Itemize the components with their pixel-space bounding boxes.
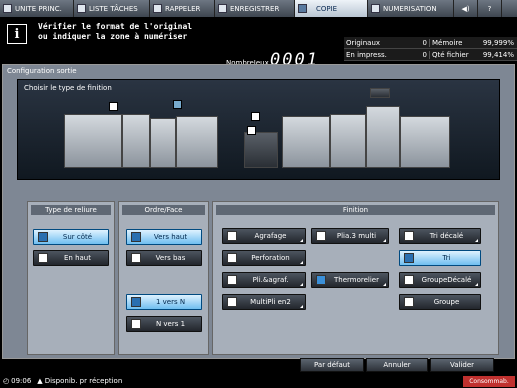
ok-button[interactable]: Valider [430, 358, 494, 372]
order-face-group: Ordre/Face Vers haut Vers bas 1 vers N N… [118, 201, 209, 355]
offset-sort-icon [404, 231, 414, 241]
machine-illustration: Choisir le type de finition [17, 79, 500, 180]
multi-half-fold-button[interactable]: MultiPli en2 [222, 294, 306, 310]
speaker-icon: ◀) [461, 4, 470, 13]
group-button[interactable]: Groupe [399, 294, 481, 310]
perfect-binding-button[interactable]: Thermorelier [311, 272, 389, 288]
tab-recall[interactable]: RAPPELER [150, 0, 215, 17]
top-binding-icon [38, 253, 48, 263]
order-1-to-n-icon [131, 297, 141, 307]
more-options-icon [383, 239, 386, 242]
info-icon: i [7, 24, 27, 44]
tab-main-unit[interactable]: UNITE PRINC. [0, 0, 74, 17]
punch-button[interactable]: Perforation [222, 250, 306, 266]
more-options-icon [300, 261, 303, 264]
sort-button[interactable]: Tri [399, 250, 481, 266]
more-options-icon [383, 283, 386, 286]
main-unit-module [366, 106, 400, 168]
tab-copy[interactable]: COPIE [295, 0, 368, 17]
message-area: i Vérifier le format de l'original ou in… [0, 17, 343, 70]
left-binding-icon [38, 232, 48, 242]
relay-module [244, 132, 278, 168]
default-button[interactable]: Par défaut [300, 358, 364, 372]
status-row: Originaux 0 Mémoire 99,999% [344, 37, 517, 49]
status-table: Originaux 0 Mémoire 99,999% En impress. … [344, 37, 517, 61]
offset-sort-button[interactable]: Tri décalé [399, 228, 481, 244]
job-list-icon [77, 4, 86, 13]
order-face-title: Ordre/Face [122, 205, 205, 215]
staple-button[interactable]: Agrafage [222, 228, 306, 244]
staple-icon [227, 231, 237, 241]
more-options-icon [300, 239, 303, 242]
main-unit-module [282, 116, 330, 168]
volume-button[interactable]: ◀) [454, 0, 478, 17]
more-options-icon [475, 239, 478, 242]
face-up-icon [131, 232, 141, 242]
receive-icon: ▲ [37, 377, 43, 385]
perfect-binding-icon [316, 275, 326, 285]
store-icon [218, 4, 227, 13]
home-icon [3, 4, 12, 13]
sort-icon [404, 253, 414, 263]
clock-time: 09:06 [11, 377, 32, 385]
fold-staple-icon [227, 275, 237, 285]
help-icon: ? [487, 4, 492, 13]
more-options-icon [300, 283, 303, 286]
output-tray-marker[interactable] [251, 112, 260, 121]
finisher-module [64, 114, 122, 168]
tri-fold-icon [316, 231, 326, 241]
help-button[interactable]: ? [478, 0, 502, 17]
offset-group-button[interactable]: GroupeDécalé [399, 272, 481, 288]
tab-store[interactable]: ENREGISTRER [215, 0, 295, 17]
machine-label: Choisir le type de finition [24, 84, 112, 92]
order-n-to-1-button[interactable]: N vers 1 [126, 316, 202, 332]
finishing-title: Finition [216, 205, 495, 215]
fold-staple-button[interactable]: Pli.&agraf. [222, 272, 306, 288]
guidance-message: Vérifier le format de l'original ou indi… [38, 22, 193, 41]
finisher-module [122, 114, 150, 168]
status-row: En impress. 0 Qté fichier 99,414% [344, 49, 517, 61]
ready-status: Disponib. pr réception [44, 377, 123, 385]
recall-icon [153, 4, 162, 13]
cancel-button[interactable]: Annuler [366, 358, 428, 372]
output-tray-marker[interactable] [247, 126, 256, 135]
offset-group-icon [404, 275, 414, 285]
copy-icon [298, 4, 307, 13]
tab-job-list[interactable]: LISTE TÂCHES [74, 0, 150, 17]
face-down-icon [131, 253, 141, 263]
binding-top-button[interactable]: En haut [33, 250, 109, 266]
control-panel-module [370, 88, 390, 98]
half-fold-icon [227, 297, 237, 307]
tab-scan[interactable]: NUMERISATION [368, 0, 454, 17]
order-n-to-1-icon [131, 319, 141, 329]
consumables-button[interactable]: Consommab. [463, 376, 515, 387]
main-unit-module [330, 114, 366, 168]
clock-icon: ◴ [3, 377, 10, 385]
paper-feed-module [400, 116, 450, 168]
finishing-group: Finition Agrafage Plia.3 multi Tri décal… [212, 201, 499, 355]
more-options-icon [300, 305, 303, 308]
status-bar: ◴ 09:06 ▲ Disponib. pr réception [0, 374, 517, 388]
order-1-to-n-button[interactable]: 1 vers N [126, 294, 202, 310]
face-up-button[interactable]: Vers haut [126, 229, 202, 245]
group-icon [404, 297, 414, 307]
finisher-module [150, 118, 176, 168]
multi-tri-fold-button[interactable]: Plia.3 multi [311, 228, 389, 244]
punch-icon [227, 253, 237, 263]
output-settings-panel: Configuration sortie Choisir le type de … [2, 64, 515, 359]
finisher-module [176, 116, 218, 168]
face-down-button[interactable]: Vers bas [126, 250, 202, 266]
top-tab-bar: UNITE PRINC. LISTE TÂCHES RAPPELER ENREG… [0, 0, 517, 17]
output-tray-marker-selected[interactable] [173, 100, 182, 109]
screen-title: Configuration sortie [7, 67, 77, 75]
output-tray-marker[interactable] [109, 102, 118, 111]
scan-icon [371, 4, 380, 13]
more-options-icon [475, 283, 478, 286]
binding-left-button[interactable]: Sur côté [33, 229, 109, 245]
binding-type-title: Type de reliure [31, 205, 111, 215]
binding-type-group: Type de reliure Sur côté En haut [27, 201, 115, 355]
